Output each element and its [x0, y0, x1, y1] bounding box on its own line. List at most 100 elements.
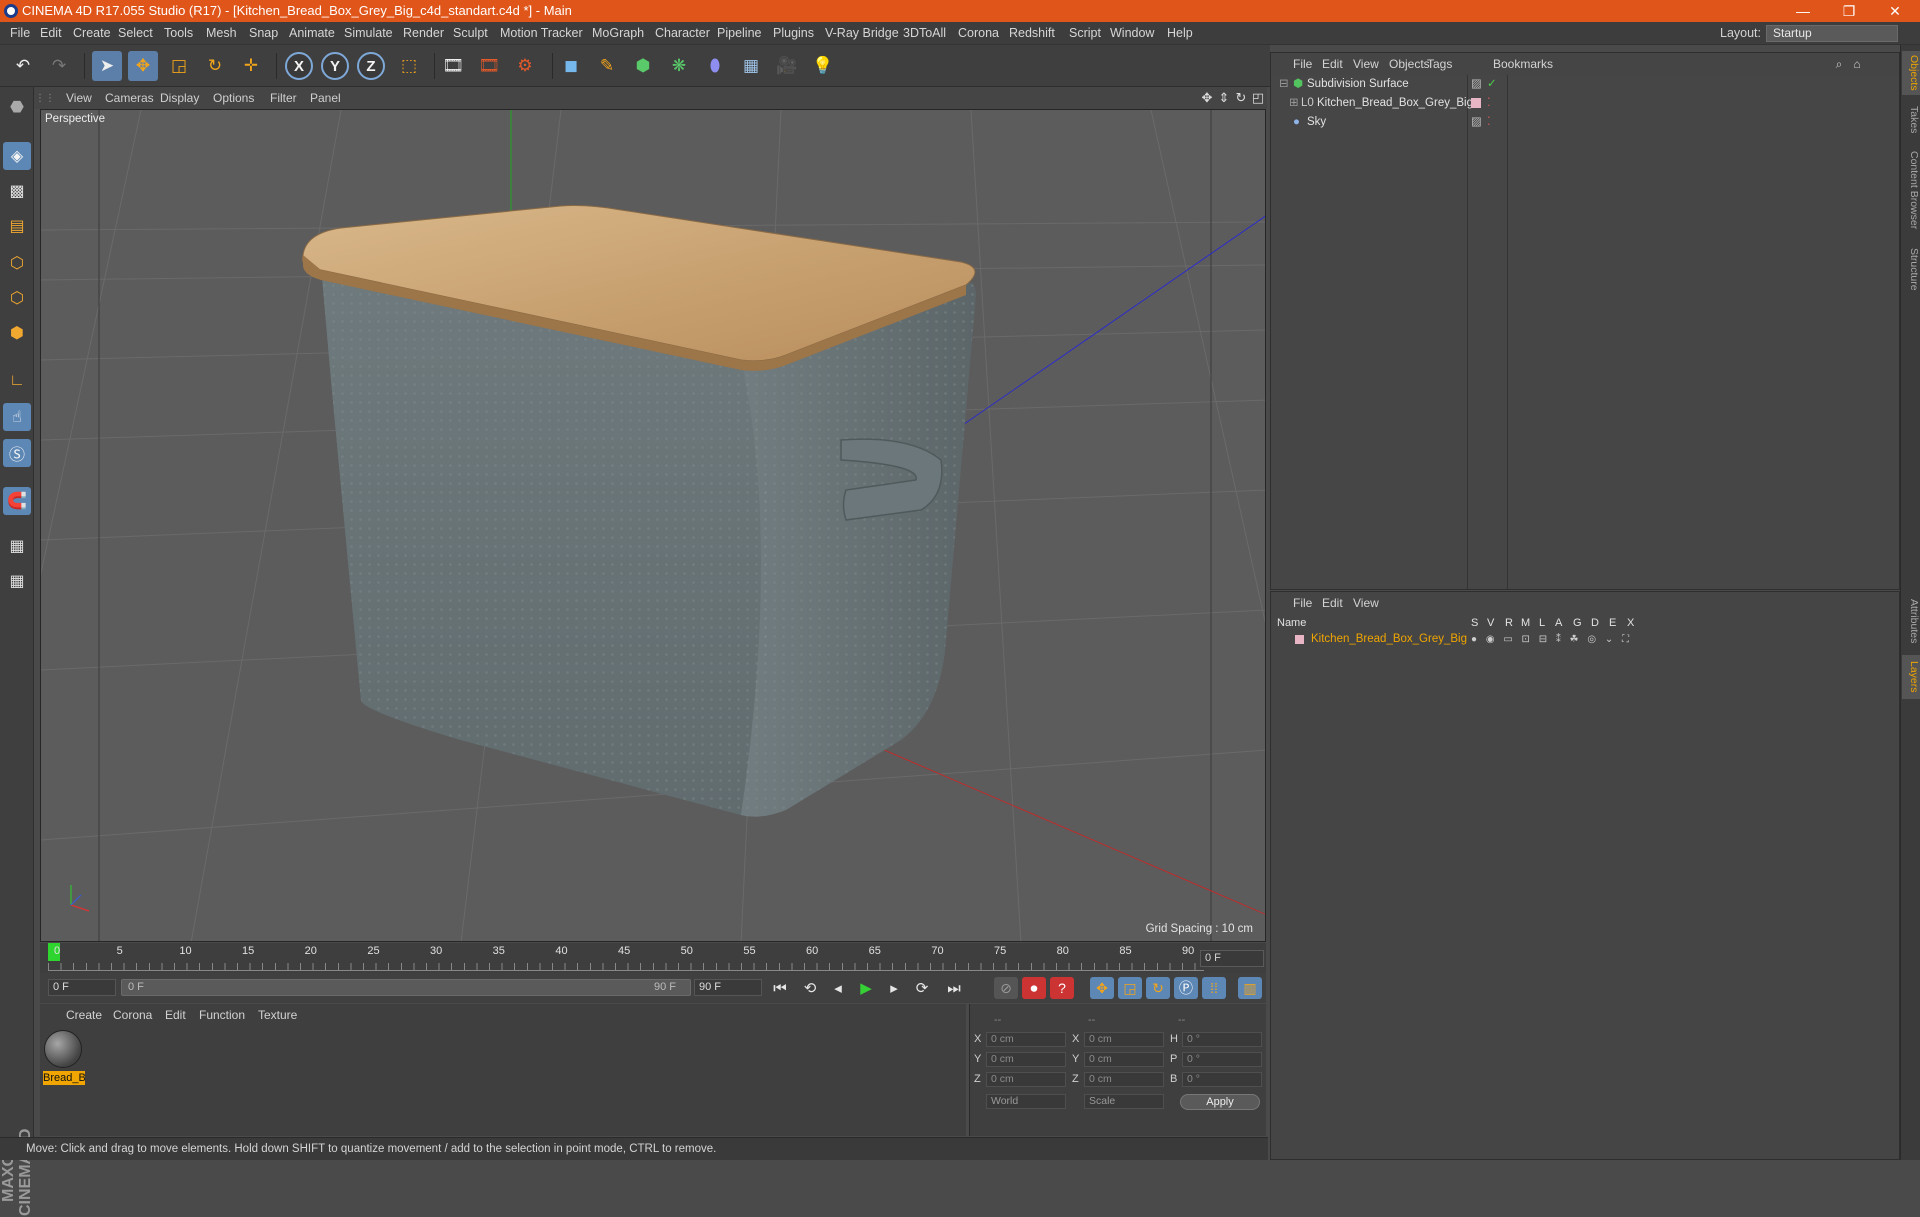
subdivision-surface-icon[interactable]: ⬢ — [628, 51, 658, 81]
material-name-label[interactable]: Bread_B — [43, 1071, 85, 1085]
key-position-icon[interactable]: ✥ — [1090, 977, 1114, 999]
layout-select[interactable]: Startup — [1766, 25, 1898, 42]
go-to-end-icon[interactable]: ⏭ — [942, 977, 966, 999]
column-render[interactable]: R — [1505, 617, 1513, 629]
column-expressions[interactable]: E — [1609, 617, 1616, 629]
pen-spline-icon[interactable]: ✎ — [592, 51, 622, 81]
solo-mode-icon[interactable]: Ⓢ — [3, 439, 31, 467]
tweak-mode-icon[interactable]: ☝ — [3, 403, 31, 431]
render-settings-icon[interactable]: ⚙ — [510, 51, 540, 81]
restore-button[interactable]: ❐ — [1826, 0, 1872, 22]
select-arrow-icon[interactable]: ➤ — [92, 51, 122, 81]
menu-script[interactable]: Script — [1065, 22, 1105, 45]
rot-b-field[interactable]: 0 ° — [1182, 1072, 1262, 1087]
pos-y-field[interactable]: 0 cm — [986, 1052, 1066, 1067]
column-name[interactable]: Name — [1277, 617, 1306, 629]
coordinate-system-icon[interactable]: ⬚ — [394, 51, 424, 81]
home-icon[interactable]: ⌂ — [1849, 56, 1865, 72]
z-axis-lock-button[interactable]: Z — [357, 52, 385, 80]
menu-create[interactable]: Create — [69, 22, 115, 45]
tab-takes[interactable]: Takes — [1902, 103, 1920, 137]
end-frame-field[interactable]: 90 F — [694, 979, 762, 996]
object-menu-objects[interactable]: Objects — [1389, 53, 1430, 75]
viewport-menu-display[interactable]: Display — [160, 87, 199, 109]
pos-z-field[interactable]: 0 cm — [986, 1072, 1066, 1087]
cube-primitive-icon[interactable]: ◼ — [556, 51, 586, 81]
timeline-ruler[interactable]: 0 5 10 15 20 25 30 35 40 45 50 55 60 65 70 75 80 85 90 — [40, 943, 1266, 973]
next-frame-icon[interactable]: ▸ — [882, 977, 906, 999]
workplane-mode-icon[interactable]: ▤ — [3, 212, 31, 240]
light-icon[interactable]: 💡 — [808, 51, 838, 81]
keyframe-selection-icon[interactable]: ⊘ — [994, 977, 1018, 999]
material-menu-create[interactable]: Create — [66, 1004, 102, 1026]
column-locked[interactable]: L — [1539, 617, 1545, 629]
menu-window[interactable]: Window — [1106, 22, 1158, 45]
layer-menu-edit[interactable]: Edit — [1322, 592, 1343, 614]
rot-h-field[interactable]: 0 ° — [1182, 1032, 1262, 1047]
pos-x-field[interactable]: 0 cm — [986, 1032, 1066, 1047]
grid-snap-icon[interactable]: ▦ — [3, 567, 31, 595]
size-z-field[interactable]: 0 cm — [1084, 1072, 1164, 1087]
record-keys-icon[interactable]: ⏺ — [1022, 977, 1046, 999]
menu-file[interactable]: File — [6, 22, 34, 45]
preview-range-slider[interactable]: 0 F 90 F — [121, 979, 691, 996]
viewport-menu-cameras[interactable]: Cameras — [105, 87, 154, 109]
next-key-icon[interactable]: ⟳ — [910, 977, 934, 999]
menu-tools[interactable]: Tools — [160, 22, 197, 45]
column-deformers[interactable]: D — [1591, 617, 1599, 629]
edges-mode-icon[interactable]: ⬡ — [3, 284, 31, 312]
menu-render[interactable]: Render — [399, 22, 448, 45]
polygons-mode-icon[interactable]: ⬢ — [3, 319, 31, 347]
size-x-field[interactable]: 0 cm — [1084, 1032, 1164, 1047]
menu-snap[interactable]: Snap — [245, 22, 282, 45]
key-pla-icon[interactable]: ⁞⁞ — [1202, 977, 1226, 999]
viewport-pan-icon[interactable]: ✥ — [1199, 90, 1215, 106]
rotate-icon[interactable]: ↻ — [200, 51, 230, 81]
tab-content-browser[interactable]: Content Browser — [1902, 145, 1920, 235]
object-row-sky[interactable]: ● Sky ▨ ⁚ — [1271, 113, 1899, 132]
undo-icon[interactable]: ↶ — [8, 51, 38, 81]
camera-icon[interactable]: 🎥 — [772, 51, 802, 81]
menu-corona[interactable]: Corona — [954, 22, 1003, 45]
checkbox-icon[interactable]: ▨ — [1471, 75, 1482, 94]
object-row-kitchen-bread-box[interactable]: ⊞ L0 Kitchen_Bread_Box_Grey_Big ⁚ — [1271, 94, 1899, 113]
viewport-maximize-icon[interactable]: ◰ — [1250, 90, 1266, 106]
viewport-menu-options[interactable]: Options — [213, 87, 254, 109]
play-icon[interactable]: ▶ — [854, 977, 878, 999]
current-frame-field[interactable]: 0 F — [1200, 950, 1264, 967]
menu-character[interactable]: Character — [651, 22, 714, 45]
deformer-icon[interactable]: ⬮ — [700, 51, 730, 81]
close-button[interactable]: ✕ — [1872, 0, 1918, 22]
layer-row[interactable]: Kitchen_Bread_Box_Grey_Big ● ◉ ▭ ⊡ ⊟ ⁑ ☘… — [1271, 630, 1899, 649]
layer-name[interactable]: Kitchen_Bread_Box_Grey_Big — [1311, 630, 1467, 649]
apply-button[interactable]: Apply — [1180, 1094, 1260, 1110]
column-generators[interactable]: G — [1573, 617, 1582, 629]
material-preview-swatch[interactable] — [44, 1030, 82, 1068]
layer-menu-view[interactable]: View — [1353, 592, 1379, 614]
start-frame-field[interactable]: 0 F — [48, 979, 116, 996]
column-view[interactable]: V — [1487, 617, 1494, 629]
menu-simulate[interactable]: Simulate — [340, 22, 397, 45]
tab-objects[interactable]: Objects — [1902, 51, 1920, 95]
render-view-icon[interactable]: 🎞 — [438, 51, 468, 81]
coord-size-mode-select[interactable]: Scale — [1084, 1094, 1164, 1109]
object-row-subdivision-surface[interactable]: ⊟ ⬢ Subdivision Surface ▨ ✓ — [1271, 75, 1899, 94]
redo-icon[interactable]: ↷ — [44, 51, 74, 81]
perspective-viewport[interactable]: Perspective Grid Spacing : 10 cm — [40, 109, 1266, 942]
tab-attributes[interactable]: Attributes — [1902, 593, 1920, 649]
axis-mode-icon[interactable]: ∟ — [3, 367, 31, 395]
column-manager[interactable]: M — [1521, 617, 1530, 629]
menu-redshift[interactable]: Redshift — [1005, 22, 1059, 45]
object-menu-bookmarks[interactable]: Bookmarks — [1493, 53, 1553, 75]
move-icon[interactable]: ✥ — [128, 51, 158, 81]
menu-mograph[interactable]: MoGraph — [588, 22, 648, 45]
column-solo[interactable]: S — [1471, 617, 1478, 629]
enabled-check-icon[interactable]: ✓ — [1487, 75, 1497, 94]
texture-mode-icon[interactable]: ▩ — [3, 177, 31, 205]
object-menu-edit[interactable]: Edit — [1322, 53, 1343, 75]
go-to-start-icon[interactable]: ⏮ — [768, 977, 792, 999]
layer-color-swatch[interactable] — [1295, 635, 1304, 644]
cloner-icon[interactable]: ❋ — [664, 51, 694, 81]
snap-magnet-icon[interactable]: 🧲 — [3, 487, 31, 515]
menu-sculpt[interactable]: Sculpt — [449, 22, 492, 45]
